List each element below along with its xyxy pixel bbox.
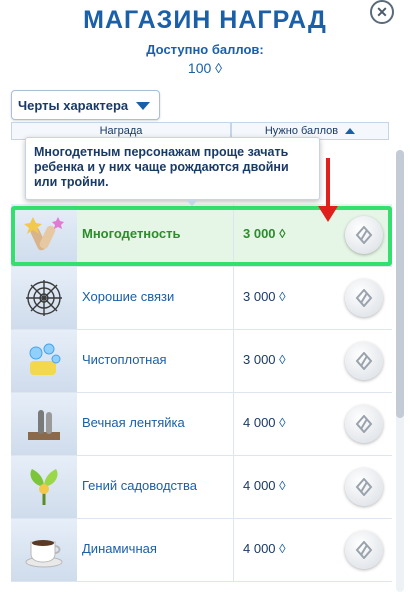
chevron-down-icon xyxy=(136,102,150,110)
reward-points-icon xyxy=(355,541,373,559)
reward-cost-value: 4 000 xyxy=(243,415,276,430)
tooltip-tail xyxy=(185,199,199,206)
reward-row[interactable]: Гений садоводства 4 000 ◊ xyxy=(11,456,392,519)
column-divider xyxy=(233,393,234,455)
reward-cost-value: 4 000 xyxy=(243,541,276,556)
reward-name: Вечная лентяйка xyxy=(82,415,185,430)
web-icon xyxy=(11,267,77,329)
pointer-arrow xyxy=(326,158,330,208)
reward-cost: 3 000 ◊ xyxy=(243,289,286,304)
column-divider xyxy=(233,330,234,392)
points-balance: 100 ◊ xyxy=(0,60,410,76)
column-header-cost-label: Нужно баллов xyxy=(264,125,339,137)
reward-name: Динамичная xyxy=(82,541,157,556)
sort-ascending-icon xyxy=(345,128,356,135)
column-divider xyxy=(233,204,234,266)
reward-cost: 4 000 ◊ xyxy=(243,541,286,556)
reward-points-icon xyxy=(355,352,373,370)
reward-cost-value: 3 000 xyxy=(243,226,276,241)
reward-row[interactable]: Динамичная 4 000 ◊ xyxy=(11,519,392,582)
coffee-icon xyxy=(11,519,77,581)
scrollbar[interactable] xyxy=(396,150,404,592)
reward-cost-value: 3 000 xyxy=(243,289,276,304)
points-symbol: ◊ xyxy=(279,478,286,493)
reward-points-icon xyxy=(355,226,373,244)
reward-cost: 4 000 ◊ xyxy=(243,415,286,430)
reward-name: Чистоплотная xyxy=(82,352,167,367)
leaf-icon xyxy=(11,456,77,518)
purchase-button[interactable] xyxy=(345,531,383,569)
category-dropdown[interactable]: Черты характера xyxy=(11,90,160,120)
reward-points-icon xyxy=(355,415,373,433)
reward-row[interactable]: Хорошие связи 3 000 ◊ xyxy=(11,267,392,330)
reward-row[interactable]: Вечная лентяйка 4 000 ◊ xyxy=(11,393,392,456)
purchase-button[interactable] xyxy=(345,216,383,254)
arrow-down-icon xyxy=(318,206,338,222)
reward-cost-value: 3 000 xyxy=(243,352,276,367)
reward-row[interactable]: Чистоплотная 3 000 ◊ xyxy=(11,330,392,393)
points-symbol: ◊ xyxy=(279,352,286,367)
trait-tooltip: Многодетным персонажам проще зачать ребе… xyxy=(25,137,320,200)
reward-name: Многодетность xyxy=(82,226,181,241)
store-title: МАГАЗИН НАГРАД xyxy=(83,6,327,34)
reward-name: Гений садоводства xyxy=(82,478,197,493)
scrollbar-thumb[interactable] xyxy=(396,150,404,418)
column-header-reward-label: Награда xyxy=(99,125,143,137)
dropdown-label: Черты характера xyxy=(18,98,129,113)
close-icon[interactable]: ✕ xyxy=(370,0,394,24)
points-label: Доступно баллов: xyxy=(146,42,264,57)
purchase-button[interactable] xyxy=(345,279,383,317)
points-value: 100 xyxy=(187,60,212,76)
purchase-button[interactable] xyxy=(345,468,383,506)
reward-name: Хорошие связи xyxy=(82,289,175,304)
purchase-button[interactable] xyxy=(345,405,383,443)
reward-cost: 3 000 ◊ xyxy=(243,352,286,367)
reward-points-icon xyxy=(355,289,373,307)
points-symbol: ◊ xyxy=(279,415,286,430)
reward-cost: 3 000 ◊ xyxy=(243,226,286,241)
fertility-icon xyxy=(11,204,77,266)
purchase-button[interactable] xyxy=(345,342,383,380)
column-divider xyxy=(233,519,234,581)
points-symbol: ◊ xyxy=(279,541,286,556)
reward-points-icon xyxy=(355,478,373,496)
points-symbol: ◊ xyxy=(215,60,223,76)
reward-cost-value: 4 000 xyxy=(243,478,276,493)
bubbles-icon xyxy=(11,330,77,392)
points-symbol: ◊ xyxy=(279,289,286,304)
column-divider xyxy=(233,267,234,329)
lazy-icon xyxy=(11,393,77,455)
column-divider xyxy=(233,456,234,518)
points-symbol: ◊ xyxy=(279,226,286,241)
reward-cost: 4 000 ◊ xyxy=(243,478,286,493)
